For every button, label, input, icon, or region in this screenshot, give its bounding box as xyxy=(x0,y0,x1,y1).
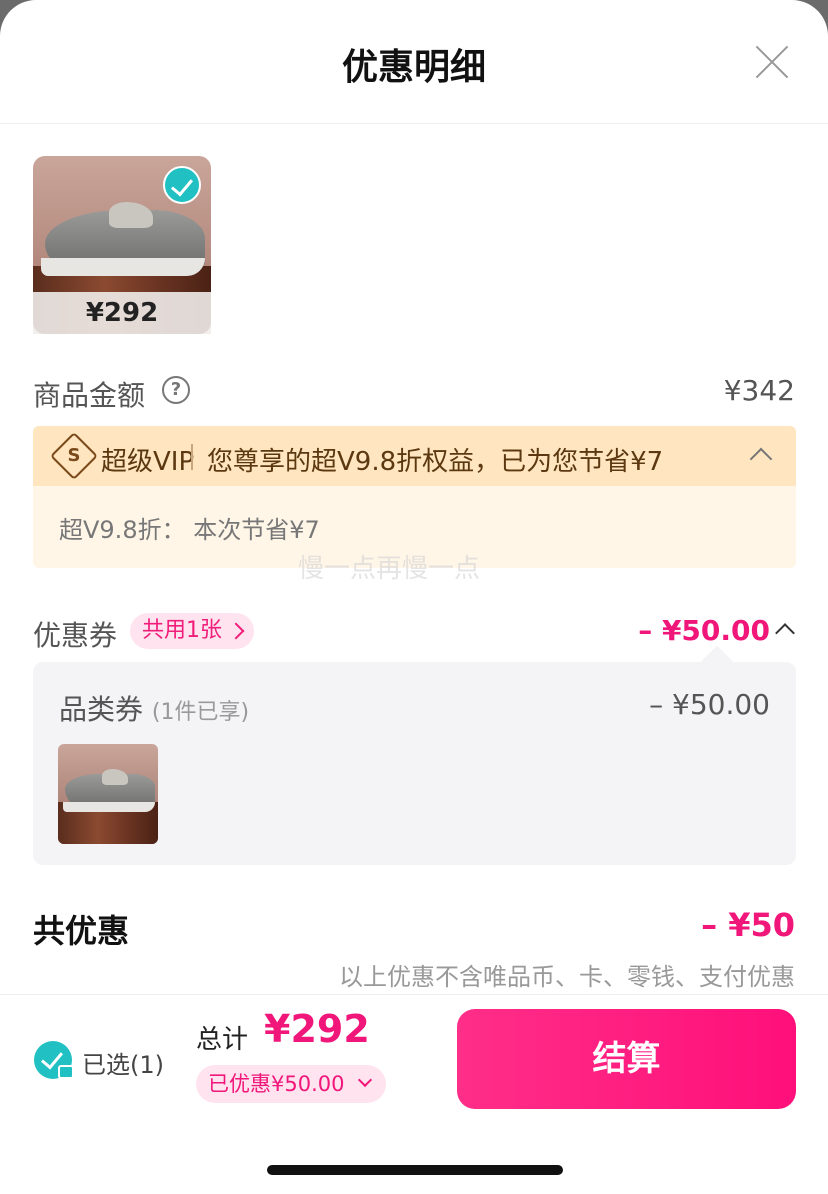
coupon-detail-panel: 品类券 (1件已享) – ¥50.00 xyxy=(33,662,796,865)
checkout-bar: 已选(1) 总计 ¥292 已优惠¥50.00 结算 xyxy=(0,994,828,1194)
discount-detail-sheet: 优惠明细 ¥292 商品金额 ? ¥342 S 超级VIP 您尊享的超V9.8折… xyxy=(0,0,828,1194)
checkout-button[interactable]: 结算 xyxy=(457,1009,796,1109)
super-vip-s-icon: S xyxy=(49,431,99,481)
goods-amount-value: ¥342 xyxy=(723,374,795,407)
discount-note: 以上优惠不含唯品币、卡、零钱、支付优惠 xyxy=(339,963,795,991)
goods-amount-label: 商品金额 xyxy=(33,379,146,412)
coupon-category-label: 品类券 xyxy=(59,693,144,726)
vip-discount-panel: S 超级VIP 您尊享的超V9.8折权益，已为您节省¥7 超V9.8折： 本次节… xyxy=(33,426,796,568)
coupon-count-tag[interactable]: 共用1张 xyxy=(130,613,254,649)
chevron-up-icon[interactable] xyxy=(749,447,773,471)
sum-label: 总计 xyxy=(196,1025,249,1055)
sum-value: ¥292 xyxy=(264,1007,370,1051)
discount-pill-text: 已优惠¥50.00 xyxy=(208,1072,345,1096)
home-indicator[interactable] xyxy=(267,1165,563,1175)
lock-icon xyxy=(58,1065,74,1079)
coupon-total: – ¥50.00 xyxy=(638,614,770,647)
product-price: ¥292 xyxy=(33,292,211,334)
sheet-header: 优惠明细 xyxy=(0,0,828,124)
total-discount-value: – ¥50 xyxy=(701,906,795,944)
coupon-label: 优惠券 xyxy=(33,619,118,652)
product-thumbnail[interactable] xyxy=(58,744,158,844)
selected-count: 已选(1) xyxy=(82,1051,164,1079)
coupon-category-note: (1件已享) xyxy=(151,700,250,725)
total-discount-label: 共优惠 xyxy=(33,912,130,950)
vip-header[interactable]: S 超级VIP 您尊享的超V9.8折权益，已为您节省¥7 xyxy=(33,426,796,486)
chevron-right-icon xyxy=(227,622,245,640)
selected-check-icon[interactable] xyxy=(163,166,201,204)
vip-description: 您尊享的超V9.8折权益，已为您节省¥7 xyxy=(207,447,664,477)
question-circle-icon[interactable]: ? xyxy=(162,376,190,404)
divider xyxy=(191,444,193,470)
vip-name: 超级VIP xyxy=(101,447,195,477)
watermark-text: 慢一点再慢一点 xyxy=(298,554,481,584)
discount-pill[interactable]: 已优惠¥50.00 xyxy=(196,1065,386,1103)
coupon-category-value: – ¥50.00 xyxy=(649,688,770,721)
coupon-category: 品类券 (1件已享) xyxy=(59,688,249,728)
shoe-graphic xyxy=(39,196,207,286)
coupon-count-text: 共用1张 xyxy=(142,618,222,643)
chevron-up-icon[interactable] xyxy=(775,623,795,643)
chevron-down-icon xyxy=(357,1072,373,1088)
vip-detail: 超V9.8折： 本次节省¥7 xyxy=(59,516,320,544)
sheet-title: 优惠明细 xyxy=(341,47,486,88)
shoe-graphic xyxy=(62,766,156,818)
close-icon[interactable] xyxy=(752,42,792,82)
